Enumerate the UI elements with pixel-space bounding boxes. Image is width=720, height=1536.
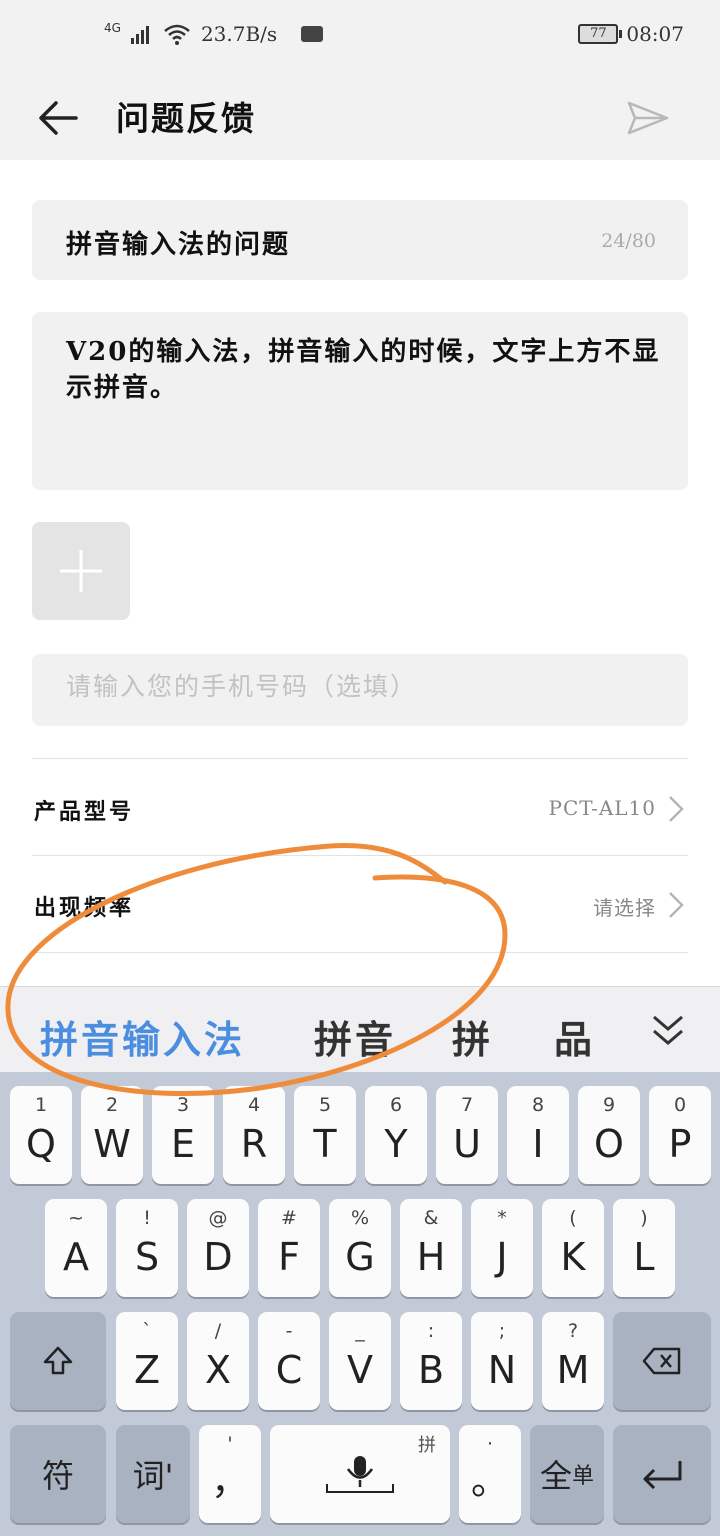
feedback-description-value: V20的输入法，拼音输入的时候，文字上方不显示拼音。 xyxy=(66,337,661,403)
double-chevron-down-icon[interactable] xyxy=(648,1011,688,1051)
frequency-row[interactable]: 出现频率 请选择 xyxy=(32,856,688,952)
space-key[interactable]: 拼 xyxy=(270,1425,450,1523)
product-model-value: PCT-AL10 xyxy=(548,796,656,820)
key-n[interactable]: ; N xyxy=(471,1312,533,1410)
title-char-counter: 24/80 xyxy=(601,230,656,252)
symbol-key[interactable]: 符 xyxy=(10,1425,106,1523)
page-title: 问题反馈 xyxy=(116,99,256,138)
network-type: 4G xyxy=(104,21,121,35)
title-bar: 问题反馈 xyxy=(0,80,720,160)
product-model-row[interactable]: 产品型号 PCT-AL10 xyxy=(32,760,688,856)
signal-icon xyxy=(130,26,149,44)
key-h[interactable]: & H xyxy=(400,1199,462,1297)
status-left: 4G 23.7B/s xyxy=(104,21,324,46)
enter-key[interactable] xyxy=(613,1425,711,1523)
product-model-label: 产品型号 xyxy=(34,799,135,825)
divider xyxy=(32,952,688,953)
add-image-button[interactable] xyxy=(32,522,130,620)
key-o[interactable]: 9O xyxy=(578,1086,640,1184)
key-t[interactable]: 5T xyxy=(294,1086,356,1184)
key-k[interactable]: (K xyxy=(542,1199,604,1297)
key-q[interactable]: 1Q xyxy=(10,1086,72,1184)
frequency-label: 出现频率 xyxy=(34,895,135,921)
shift-key[interactable] xyxy=(10,1312,106,1410)
candidate-item[interactable]: 拼音输入法 xyxy=(40,1009,245,1064)
candidate-item[interactable]: 拼音 xyxy=(314,1009,396,1064)
ime-keyboard: 1Q 2W 3E 4R 5T 6Y 7U 8I 9O 0P ~ A ! S @ D #… xyxy=(0,1072,720,1536)
status-right: 77 08:07 xyxy=(578,22,684,46)
key-r[interactable]: 4R xyxy=(223,1086,285,1184)
key-f[interactable]: # F xyxy=(258,1199,320,1297)
phone-number-input[interactable] xyxy=(66,672,666,701)
key-x[interactable]: / X xyxy=(187,1312,249,1410)
feedback-title-value: 拼音输入法的问题 xyxy=(66,230,291,260)
key-e[interactable]: 3E xyxy=(152,1086,214,1184)
key-y[interactable]: 6Y xyxy=(365,1086,427,1184)
frequency-value: 请选择 xyxy=(593,896,656,920)
candidate-item[interactable]: 品 xyxy=(554,1009,595,1064)
battery-icon: 77 xyxy=(578,24,623,44)
word-key[interactable]: 词' xyxy=(116,1425,190,1523)
key-a[interactable]: ~ A xyxy=(45,1199,107,1297)
period-key[interactable]: · 。 xyxy=(459,1425,521,1523)
enter-icon xyxy=(643,1461,682,1489)
microphone-icon xyxy=(326,1456,394,1493)
keyboard-status-icon xyxy=(301,26,324,42)
back-button[interactable] xyxy=(30,90,86,146)
backspace-key[interactable] xyxy=(613,1312,711,1410)
comma-key[interactable]: ' ， xyxy=(199,1425,261,1523)
divider xyxy=(32,758,688,759)
key-u[interactable]: 7U xyxy=(436,1086,498,1184)
key-g[interactable]: % G xyxy=(329,1199,391,1297)
feedback-description-field[interactable]: V20的输入法，拼音输入的时候，文字上方不显示拼音。 xyxy=(32,312,688,490)
key-z[interactable]: ` Z xyxy=(116,1312,178,1410)
backspace-icon xyxy=(642,1347,681,1375)
key-m[interactable]: ? M xyxy=(542,1312,604,1410)
battery-level: 77 xyxy=(590,26,607,41)
wifi-icon xyxy=(164,24,190,45)
key-v[interactable]: _ V xyxy=(329,1312,391,1410)
key-b[interactable]: :B xyxy=(400,1312,462,1410)
send-icon xyxy=(627,101,669,135)
candidate-item[interactable]: 拼 xyxy=(452,1009,493,1064)
plus-icon xyxy=(60,550,102,592)
chevron-right-icon xyxy=(669,796,684,822)
key-s[interactable]: ! S xyxy=(116,1199,178,1297)
phone-number-field[interactable] xyxy=(32,654,688,726)
network-speed: 23.7B/s xyxy=(200,22,278,46)
send-button[interactable] xyxy=(620,90,676,146)
key-i[interactable]: 8I xyxy=(507,1086,569,1184)
ime-candidate-bar: 拼音输入法 拼音 拼 品 xyxy=(0,986,720,1072)
key-j[interactable]: * J xyxy=(471,1199,533,1297)
key-w[interactable]: 2W xyxy=(81,1086,143,1184)
key-d[interactable]: @ D xyxy=(187,1199,249,1297)
key-l[interactable]: ) L xyxy=(613,1199,675,1297)
status-bar: 4G 23.7B/s 77 08:07 xyxy=(0,0,720,80)
feedback-title-field[interactable]: 拼音输入法的问题 24/80 xyxy=(32,200,688,280)
key-p[interactable]: 0P xyxy=(649,1086,711,1184)
clock: 08:07 xyxy=(626,22,684,46)
key-c[interactable]: -C xyxy=(258,1312,320,1410)
shift-icon xyxy=(43,1346,73,1375)
arrow-left-icon xyxy=(39,101,78,135)
chevron-right-icon xyxy=(669,892,684,918)
fullwidth-toggle-key[interactable]: 全单 xyxy=(530,1425,604,1523)
